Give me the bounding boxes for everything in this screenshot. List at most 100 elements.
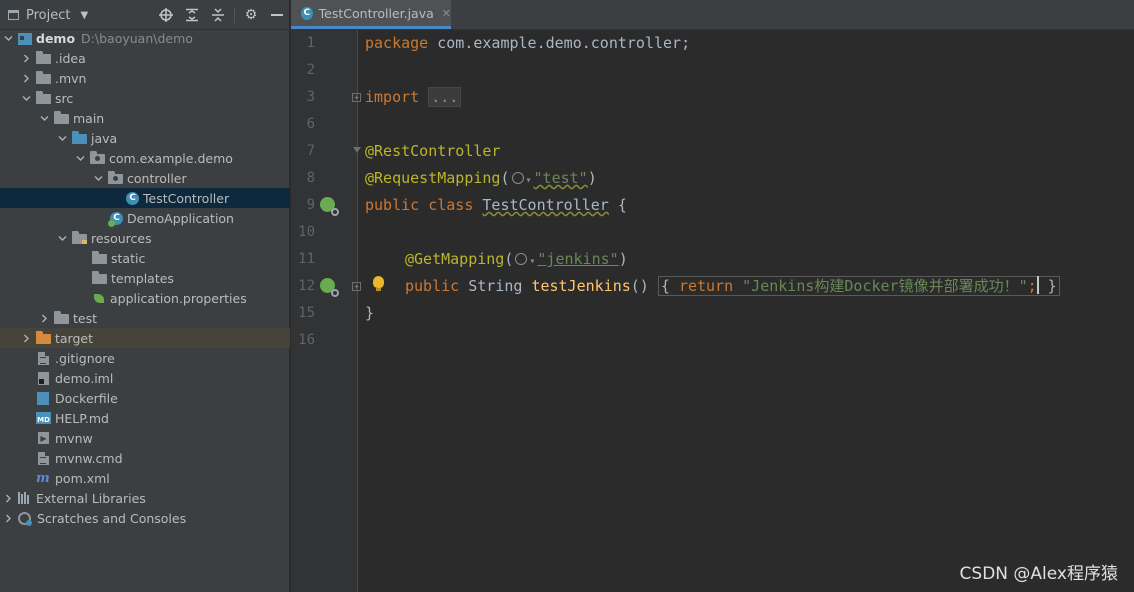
tree-item-templates[interactable]: templates — [0, 268, 290, 288]
tree-item-gitignore[interactable]: .gitignore — [0, 348, 290, 368]
tree-item-label: External Libraries — [36, 490, 146, 506]
tree-item-application-properties[interactable]: application.properties — [0, 288, 290, 308]
code-token: public — [405, 277, 460, 295]
tree-item-label: static — [111, 250, 146, 266]
tree-item-label: templates — [111, 270, 174, 286]
fold-expand-icon[interactable]: + — [352, 93, 361, 102]
tree-item-dockerfile[interactable]: Dockerfile — [0, 388, 290, 408]
tree-item-controller[interactable]: controller — [0, 168, 290, 188]
tree-item-label: demo — [36, 30, 76, 46]
tree-item-pom-xml[interactable]: m pom.xml — [0, 468, 290, 488]
libraries-icon — [18, 492, 32, 504]
chevron-right-icon[interactable] — [2, 492, 14, 504]
tab-label: TestController.java — [318, 5, 434, 21]
code-line-15: } — [365, 300, 374, 327]
code-line-11: @GetMapping(▾ "jenkins") — [405, 250, 628, 268]
chevron-down-icon[interactable] — [20, 92, 32, 104]
tree-item-com-example-demo[interactable]: com.example.demo — [0, 148, 290, 168]
chevron-down-icon[interactable]: ▾ — [526, 175, 532, 186]
hide-panel-icon[interactable] — [269, 7, 285, 23]
locate-file-icon[interactable] — [158, 7, 174, 23]
lightbulb-icon[interactable] — [373, 276, 384, 291]
chevron-right-icon[interactable] — [20, 72, 32, 84]
chevron-down-icon: ▼ — [80, 9, 89, 21]
tab-testcontroller-java[interactable]: C TestController.java ✕ — [291, 0, 451, 29]
chevron-down-icon[interactable]: ▾ — [529, 256, 535, 267]
project-panel-title: Project — [26, 7, 71, 23]
excluded-folder-icon — [36, 331, 51, 344]
watermark: CSDN @Alex程序猿 — [959, 564, 1118, 584]
gear-icon[interactable]: ⚙ — [243, 7, 259, 23]
tree-item-demo[interactable]: demo D:\baoyuan\demo — [0, 28, 290, 48]
chevron-right-icon[interactable] — [2, 512, 14, 524]
chevron-down-icon[interactable] — [92, 172, 104, 184]
tree-item-label: DemoApplication — [127, 210, 234, 226]
tree-item-main[interactable]: main — [0, 108, 290, 128]
chevron-down-icon[interactable] — [38, 112, 50, 124]
tree-item-testcontroller[interactable]: C TestController — [0, 188, 290, 208]
docker-file-icon — [37, 391, 49, 405]
globe-icon[interactable] — [511, 172, 524, 184]
folder-icon — [36, 71, 51, 84]
code-line-7: @RestController — [365, 138, 500, 165]
expand-all-icon[interactable] — [184, 7, 200, 23]
line-number: 10 — [298, 224, 315, 240]
spring-mapping-gutter-icon[interactable] — [320, 278, 339, 297]
tree-item-mvnw[interactable]: ▶ mvnw — [0, 428, 290, 448]
tree-item-mvn[interactable]: .mvn — [0, 68, 290, 88]
close-icon[interactable]: ✕ — [442, 7, 451, 20]
tree-item-java[interactable]: java — [0, 128, 290, 148]
tree-item-src[interactable]: src — [0, 88, 290, 108]
tree-item-resources[interactable]: resources — [0, 228, 290, 248]
folder-icon — [54, 111, 69, 124]
text-cursor — [1036, 276, 1039, 294]
globe-icon[interactable] — [515, 253, 528, 265]
chevron-down-icon[interactable] — [74, 152, 86, 164]
spring-bean-gutter-icon[interactable] — [320, 197, 339, 216]
code-token: com.example.demo.controller; — [428, 34, 691, 52]
folder-icon — [54, 311, 69, 324]
line-number: 9 — [306, 197, 315, 213]
folded-method-body[interactable]: { return "Jenkins构建Docker镜像并部署成功！"; } — [657, 276, 1060, 296]
collapse-all-icon[interactable] — [210, 7, 226, 23]
code-editor[interactable] — [358, 30, 1134, 592]
chevron-right-icon[interactable] — [20, 52, 32, 64]
tree-item-label: mvnw.cmd — [55, 450, 123, 466]
tree-item-idea[interactable]: .idea — [0, 48, 290, 68]
tree-item-label: HELP.md — [55, 410, 109, 426]
chevron-right-icon[interactable] — [38, 312, 50, 324]
tree-item-demoapplication[interactable]: C DemoApplication — [0, 208, 290, 228]
project-view-selector[interactable]: Project ▼ — [8, 6, 88, 24]
code-token: testJenkins — [531, 277, 631, 295]
code-line-12: public String testJenkins() { return "Je… — [405, 273, 1060, 300]
folder-icon — [92, 271, 107, 284]
tree-item-label: test — [73, 310, 98, 326]
fold-collapse-icon[interactable] — [353, 147, 361, 153]
tree-item-demo-iml[interactable]: demo.iml — [0, 368, 290, 388]
line-number: 6 — [306, 116, 315, 132]
chevron-down-icon[interactable] — [2, 32, 14, 44]
folded-imports[interactable]: ... — [428, 87, 462, 107]
fold-expand-icon[interactable]: + — [352, 282, 361, 291]
markdown-file-icon: MD — [36, 412, 51, 424]
tree-item-label: Scratches and Consoles — [37, 510, 187, 526]
tree-item-mvnw-cmd[interactable]: mvnw.cmd — [0, 448, 290, 468]
tree-item-target[interactable]: target — [0, 328, 290, 348]
editor-tab-bar: C TestController.java ✕ — [291, 0, 1134, 30]
tree-item-label: com.example.demo — [109, 150, 233, 166]
chevron-right-icon[interactable] — [20, 332, 32, 344]
chevron-down-icon[interactable] — [56, 232, 68, 244]
spring-properties-icon — [92, 291, 106, 305]
chevron-down-icon[interactable] — [56, 132, 68, 144]
line-number: 2 — [306, 62, 315, 78]
text-file-icon — [38, 351, 49, 365]
tree-item-scratches[interactable]: Scratches and Consoles — [0, 508, 290, 528]
tree-item-external-libraries[interactable]: External Libraries — [0, 488, 290, 508]
tree-item-label: .idea — [55, 50, 86, 66]
tree-item-test[interactable]: test — [0, 308, 290, 328]
tree-item-static[interactable]: static — [0, 248, 290, 268]
code-line-9: public class TestController { — [365, 196, 627, 214]
code-token: @GetMapping — [405, 250, 505, 268]
tree-item-help-md[interactable]: MD HELP.md — [0, 408, 290, 428]
toolbar-divider — [234, 7, 235, 23]
